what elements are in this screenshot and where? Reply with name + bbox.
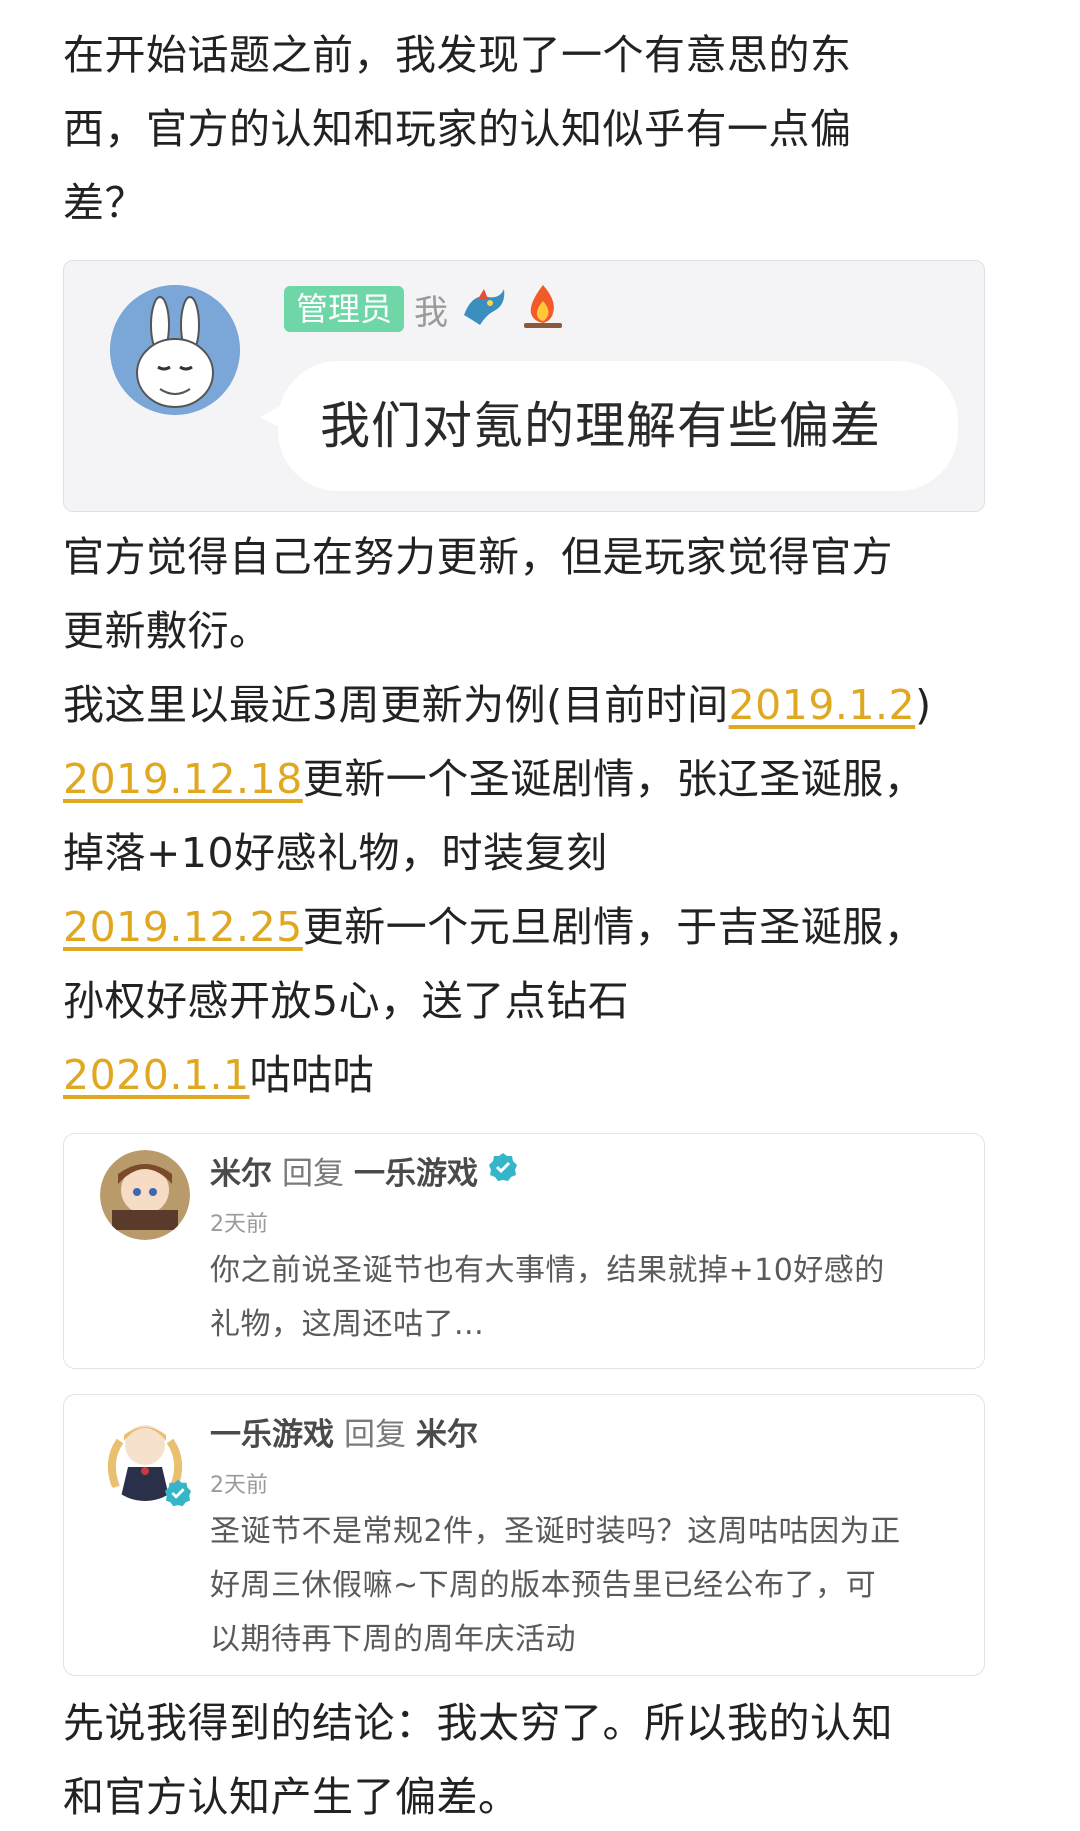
comment-card-2: 一乐游戏 回复 米尔 2天前 圣诞节不是常规2件，圣诞时装吗？这周咕咕因为正 好… bbox=[63, 1394, 985, 1676]
comment-2-reply-target[interactable]: 米尔 bbox=[416, 1409, 478, 1454]
chat-header: 管理员 我 bbox=[284, 283, 568, 335]
comment-2-line-3: 以期待再下周的周年庆活动 bbox=[210, 1622, 576, 1657]
timeline-intro-suffix: ) bbox=[915, 681, 932, 729]
comment-1-time: 2天前 bbox=[210, 1212, 268, 1237]
paragraph-2: 官方觉得自己在努力更新，但是玩家觉得官方 更新敷衍。 bbox=[63, 520, 1003, 668]
comment-2-line-2: 好周三休假嘛~下周的版本预告里已经公布了，可 bbox=[210, 1568, 877, 1603]
intro-paragraph: 在开始话题之前，我发现了一个有意思的东 西，官方的认知和玩家的认知似乎有一点偏 … bbox=[63, 18, 1003, 240]
comment-card-1: 米尔 回复 一乐游戏 2天前 你之前说圣诞节也有大事情，结果就掉+10好感的 礼… bbox=[63, 1133, 985, 1369]
comment-2-reply-word: 回复 bbox=[344, 1417, 406, 1453]
chat-screenshot: 管理员 我 我们对氪的理解有些偏差 bbox=[63, 260, 985, 512]
conclusion-paragraph: 先说我得到的结论：我太穷了。所以我的认知 和官方认知产生了偏差。 bbox=[63, 1686, 1003, 1831]
avatar[interactable] bbox=[100, 1150, 190, 1240]
timeline-entry-3: 2020.1.1咕咕咕 bbox=[63, 1038, 1073, 1112]
comment-2-line-1: 圣诞节不是常规2件，圣诞时装吗？这周咕咕因为正 bbox=[210, 1514, 901, 1549]
comment-2-username[interactable]: 一乐游戏 bbox=[210, 1409, 334, 1454]
timeline-entry-1: 2019.12.18更新一个圣诞剧情，张辽圣诞服， bbox=[63, 742, 1073, 816]
para2-line-2: 更新敷衍。 bbox=[63, 607, 271, 655]
entry-2-text: 更新一个元旦剧情，于吉圣诞服， bbox=[302, 903, 926, 951]
verified-icon bbox=[488, 1152, 518, 1190]
comment-1-reply-target[interactable]: 一乐游戏 bbox=[354, 1148, 478, 1193]
comment-2-header: 一乐游戏 回复 米尔 bbox=[210, 1409, 478, 1454]
comment-1-text: 你之前说圣诞节也有大事情，结果就掉+10好感的 礼物，这周还咕了... bbox=[210, 1244, 950, 1352]
comment-2-time: 2天前 bbox=[210, 1473, 268, 1498]
conclusion-line-1: 先说我得到的结论：我太穷了。所以我的认知 bbox=[63, 1699, 893, 1747]
intro-line-2: 西，官方的认知和玩家的认知似乎有一点偏 bbox=[63, 105, 852, 153]
entry-1-text-2: 掉落+10好感礼物，时装复刻 bbox=[63, 829, 608, 877]
entry-3-date-link[interactable]: 2020.1.1 bbox=[63, 1051, 250, 1099]
para2-line-1: 官方觉得自己在努力更新，但是玩家觉得官方 bbox=[63, 533, 893, 581]
chat-sender-name: 我 bbox=[414, 292, 449, 333]
fire-icon bbox=[518, 283, 568, 335]
verified-icon bbox=[164, 1479, 192, 1511]
comment-1-header: 米尔 回复 一乐游戏 bbox=[210, 1148, 518, 1193]
intro-line-3: 差？ bbox=[63, 179, 146, 227]
timeline-intro-prefix: 我这里以最近3周更新为例(目前时间 bbox=[63, 681, 729, 729]
timeline-intro: 我这里以最近3周更新为例(目前时间2019.1.2) bbox=[63, 668, 1073, 742]
conclusion-line-2: 和官方认知产生了偏差。 bbox=[63, 1773, 520, 1821]
entry-1-text: 更新一个圣诞剧情，张辽圣诞服， bbox=[302, 755, 926, 803]
comment-1-username[interactable]: 米尔 bbox=[210, 1148, 272, 1193]
entry-2-date-link[interactable]: 2019.12.25 bbox=[63, 903, 303, 951]
intro-line-1: 在开始话题之前，我发现了一个有意思的东 bbox=[63, 31, 852, 79]
comment-1-line-1: 你之前说圣诞节也有大事情，结果就掉+10好感的 bbox=[210, 1253, 885, 1288]
comment-2-text: 圣诞节不是常规2件，圣诞时装吗？这周咕咕因为正 好周三休假嘛~下周的版本预告里已… bbox=[210, 1505, 950, 1667]
entry-2-text-2: 孙权好感开放5心，送了点钻石 bbox=[63, 977, 630, 1025]
current-date-link[interactable]: 2019.1.2 bbox=[729, 681, 916, 729]
comment-1-reply-word: 回复 bbox=[282, 1156, 344, 1192]
rabbit-avatar-icon bbox=[110, 285, 240, 415]
dragon-icon bbox=[458, 285, 508, 333]
chat-bubble: 我们对氪的理解有些偏差 bbox=[278, 361, 958, 491]
admin-badge: 管理员 bbox=[284, 286, 405, 332]
timeline-paragraph: 我这里以最近3周更新为例(目前时间2019.1.2) 2019.12.18更新一… bbox=[63, 668, 1073, 1112]
comment-1-line-2: 礼物，这周还咕了... bbox=[210, 1307, 485, 1342]
timeline-entry-2: 2019.12.25更新一个元旦剧情，于吉圣诞服， bbox=[63, 890, 1073, 964]
entry-1-date-link[interactable]: 2019.12.18 bbox=[63, 755, 303, 803]
entry-3-text: 咕咕咕 bbox=[249, 1051, 375, 1099]
